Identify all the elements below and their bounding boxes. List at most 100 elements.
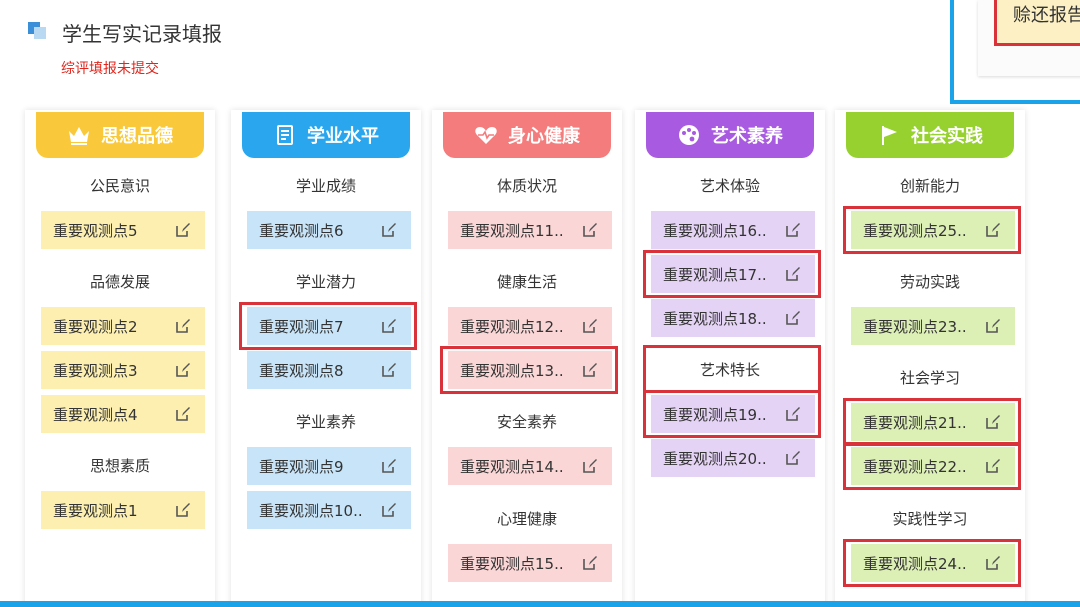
observation-item-label: 重要观测点5 bbox=[53, 221, 138, 240]
observation-item-label: 重要观测点15.. bbox=[460, 554, 564, 573]
edit-icon[interactable] bbox=[985, 555, 1001, 571]
edit-icon[interactable] bbox=[985, 222, 1001, 238]
observation-item-label: 重要观测点21.. bbox=[863, 413, 967, 432]
observation-item-label: 重要观测点18.. bbox=[663, 309, 767, 328]
observation-item[interactable]: 重要观测点16.. bbox=[651, 211, 815, 249]
edit-icon[interactable] bbox=[175, 222, 191, 238]
observation-item[interactable]: 重要观测点25.. bbox=[851, 211, 1015, 249]
edit-icon[interactable] bbox=[785, 222, 801, 238]
category-header-1[interactable]: 思想品德 bbox=[36, 112, 204, 158]
observation-item[interactable]: 重要观测点15.. bbox=[448, 544, 612, 582]
category-column-1: 思想品德公民意识重要观测点5 品德发展重要观测点2 重要观测点3 重要观测点4 思想素质… bbox=[25, 110, 215, 607]
group-label: 公民意识 bbox=[89, 177, 150, 195]
observation-item[interactable]: 重要观测点12.. bbox=[448, 307, 612, 345]
category-title: 学业水平 bbox=[307, 126, 379, 147]
category-column-5: 社会实践 创新能力 重要观测点25.. 劳动实践 重要观测点23.. 社会学习 重要观测点2… bbox=[835, 110, 1025, 607]
observation-item[interactable]: 重要观测点7 bbox=[247, 307, 411, 345]
observation-item-label: 重要观测点3 bbox=[53, 361, 138, 380]
edit-icon[interactable] bbox=[381, 502, 397, 518]
category-header-4[interactable]: 艺术素养 bbox=[646, 112, 814, 158]
category-header-3[interactable]: 身心健康 bbox=[443, 112, 611, 158]
edit-icon[interactable] bbox=[582, 222, 598, 238]
edit-icon[interactable] bbox=[175, 362, 191, 378]
observation-item[interactable]: 重要观测点24.. bbox=[851, 544, 1015, 582]
edit-icon[interactable] bbox=[381, 222, 397, 238]
observation-item[interactable]: 重要观测点4 bbox=[41, 395, 205, 433]
observation-item[interactable]: 重要观测点18.. bbox=[651, 299, 815, 337]
edit-icon[interactable] bbox=[175, 406, 191, 422]
observation-item-label: 重要观测点23.. bbox=[863, 317, 967, 336]
observation-item-label: 重要观测点19.. bbox=[663, 405, 767, 424]
observation-item-label: 重要观测点17.. bbox=[663, 265, 767, 284]
group-label: 健康生活 bbox=[496, 273, 557, 291]
heartbeat-icon bbox=[474, 124, 498, 146]
bottom-border bbox=[0, 601, 1080, 607]
observation-item-label: 重要观测点4 bbox=[53, 405, 138, 424]
observation-item[interactable]: 重要观测点19.. bbox=[651, 395, 815, 433]
edit-icon[interactable] bbox=[582, 555, 598, 571]
observation-item-label: 重要观测点6 bbox=[259, 221, 344, 240]
page-title-icon bbox=[28, 22, 46, 39]
observation-item[interactable]: 重要观测点22.. bbox=[851, 447, 1015, 485]
group-label: 社会学习 bbox=[899, 369, 960, 387]
observation-item-label: 重要观测点22.. bbox=[863, 457, 967, 476]
observation-item-label: 重要观测点12.. bbox=[460, 317, 564, 336]
observation-item[interactable]: 重要观测点6 bbox=[247, 211, 411, 249]
group-label: 心理健康 bbox=[496, 510, 557, 528]
observation-item[interactable]: 重要观测点23.. bbox=[851, 307, 1015, 345]
edit-icon[interactable] bbox=[582, 458, 598, 474]
observation-item[interactable]: 重要观测点9 bbox=[247, 447, 411, 485]
edit-icon[interactable] bbox=[381, 318, 397, 334]
category-header-2[interactable]: 学业水平 bbox=[242, 112, 410, 158]
category-title: 社会实践 bbox=[911, 126, 983, 147]
group-label: 体质状况 bbox=[496, 177, 557, 195]
edit-icon[interactable] bbox=[381, 458, 397, 474]
group-label: 艺术体验 bbox=[699, 177, 760, 195]
group-label: 艺术特长 bbox=[699, 361, 760, 379]
book-icon bbox=[273, 124, 297, 146]
observation-item[interactable]: 重要观测点2 bbox=[41, 307, 205, 345]
group-label: 学业素养 bbox=[295, 413, 356, 431]
category-header-5[interactable]: 社会实践 bbox=[846, 112, 1014, 158]
group-label: 品德发展 bbox=[89, 273, 150, 291]
corner-panel-body: 赊还报告 bbox=[978, 0, 1080, 76]
observation-item[interactable]: 重要观测点8 bbox=[247, 351, 411, 389]
edit-icon[interactable] bbox=[785, 450, 801, 466]
observation-item[interactable]: 重要观测点10.. bbox=[247, 491, 411, 529]
category-column-3: 身心健康 体质状况 重要观测点11.. 健康生活 重要观测点12.. 重要观测点13.. 安… bbox=[432, 110, 622, 607]
group-label: 创新能力 bbox=[899, 177, 960, 195]
edit-icon[interactable] bbox=[582, 362, 598, 378]
observation-item[interactable]: 重要观测点5 bbox=[41, 211, 205, 249]
observation-item-label: 重要观测点1 bbox=[53, 501, 138, 520]
observation-item-label: 重要观测点16.. bbox=[663, 221, 767, 240]
observation-item[interactable]: 重要观测点20.. bbox=[651, 439, 815, 477]
observation-item-label: 重要观测点25.. bbox=[863, 221, 967, 240]
category-column-4: 艺术素养艺术体验重要观测点16.. 重要观测点17.. 重要观测点18.. 艺术特长重… bbox=[635, 110, 825, 607]
group-label: 思想素质 bbox=[89, 457, 150, 475]
edit-icon[interactable] bbox=[985, 414, 1001, 430]
observation-item[interactable]: 重要观测点14.. bbox=[448, 447, 612, 485]
edit-icon[interactable] bbox=[582, 318, 598, 334]
observation-item-label: 重要观测点13.. bbox=[460, 361, 564, 380]
observation-item[interactable]: 重要观测点21.. bbox=[851, 403, 1015, 441]
report-button[interactable]: 赊还报告 bbox=[994, 0, 1080, 46]
category-title: 身心健康 bbox=[508, 126, 580, 147]
edit-icon[interactable] bbox=[785, 406, 801, 422]
observation-item[interactable]: 重要观测点13.. bbox=[448, 351, 612, 389]
edit-icon[interactable] bbox=[985, 318, 1001, 334]
edit-icon[interactable] bbox=[175, 318, 191, 334]
crown-icon bbox=[67, 124, 91, 146]
edit-icon[interactable] bbox=[175, 502, 191, 518]
observation-item[interactable]: 重要观测点17.. bbox=[651, 255, 815, 293]
observation-item[interactable]: 重要观测点1 bbox=[41, 491, 205, 529]
edit-icon[interactable] bbox=[381, 362, 397, 378]
edit-icon[interactable] bbox=[985, 458, 1001, 474]
observation-item[interactable]: 重要观测点3 bbox=[41, 351, 205, 389]
observation-item-label: 重要观测点10.. bbox=[259, 501, 363, 520]
palette-icon bbox=[677, 124, 701, 146]
page-title: 学生写实记录填报 bbox=[62, 22, 222, 46]
edit-icon[interactable] bbox=[785, 310, 801, 326]
edit-icon[interactable] bbox=[785, 266, 801, 282]
observation-item-label: 重要观测点14.. bbox=[460, 457, 564, 476]
observation-item[interactable]: 重要观测点11.. bbox=[448, 211, 612, 249]
